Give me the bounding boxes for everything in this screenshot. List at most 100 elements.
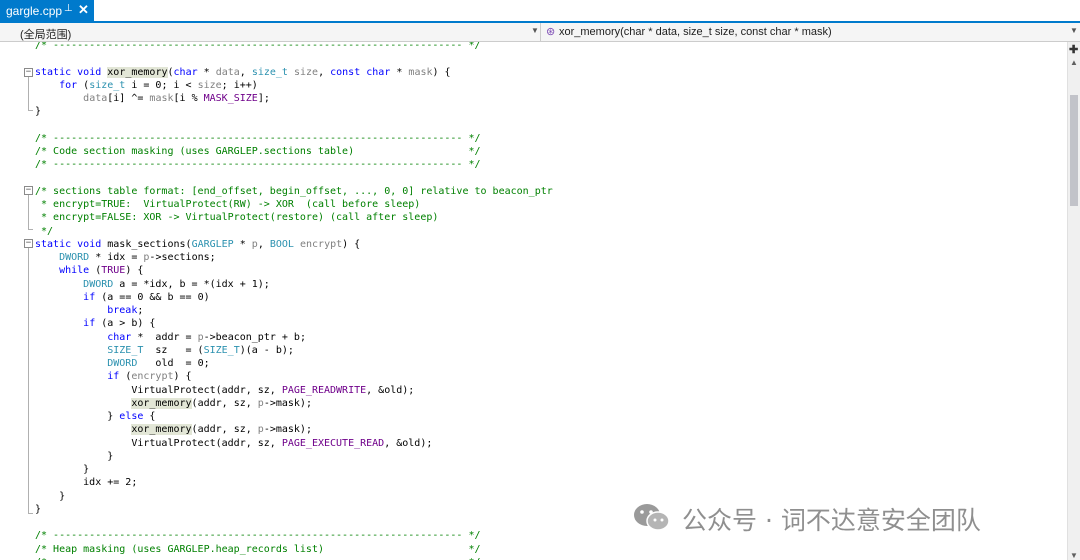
code-token: PAGE_EXECUTE_READ: [281, 437, 385, 449]
chevron-down-icon: ▼: [531, 26, 539, 35]
member-dropdown[interactable]: ⊛ xor_memory(char * data, size_t size, c…: [542, 23, 1080, 41]
code-line: SIZE_T sz = (SIZE_T)(a - b);: [35, 344, 294, 357]
code-token: }: [35, 411, 120, 422]
code-line: * encrypt=FALSE: XOR -> VirtualProtect(r…: [35, 211, 438, 224]
code-line: }: [35, 503, 41, 516]
code-token: /* Heap masking (uses GARGLEP.heap_recor…: [35, 543, 481, 555]
method-icon: ⊛: [546, 26, 556, 38]
close-icon[interactable]: ✕: [78, 2, 89, 18]
code-token: [i] ^=: [107, 93, 150, 104]
code-line: DWORD a = *idx, b = *(idx + 1);: [35, 278, 270, 291]
code-token: * idx =: [89, 252, 144, 263]
split-window-icon[interactable]: ✚: [1069, 43, 1078, 56]
code-token: DWORD: [83, 278, 114, 290]
code-token: data: [83, 93, 108, 104]
code-token: encrypt: [299, 238, 343, 250]
chevron-down-icon: ▼: [1070, 26, 1078, 35]
code-token: ) {: [342, 238, 361, 250]
tab-gargle-cpp[interactable]: gargle.cpp ⊥ ✕: [0, 0, 94, 21]
code-line: DWORD * idx = p->sections;: [35, 251, 216, 264]
navigation-bar: (全局范围) ▼ ⊛ xor_memory(char * data, size_…: [0, 23, 1080, 42]
code-line: for (size_t i = 0; i < size; i++): [35, 79, 258, 92]
code-token: size: [197, 79, 222, 91]
code-token: data: [215, 66, 240, 78]
code-line: /* -------------------------------------…: [35, 158, 481, 171]
code-token: void: [77, 238, 102, 250]
code-token: size: [293, 66, 319, 78]
code-line: }: [35, 463, 89, 476]
code-line: VirtualProtect(addr, sz, PAGE_READWRITE,…: [35, 384, 414, 397]
code-token: /* Code section masking (uses GARGLEP.se…: [35, 146, 481, 157]
code-token: BOOL: [269, 238, 294, 250]
code-line: if (a > b) {: [35, 317, 155, 330]
tab-title: gargle.cpp: [6, 4, 63, 18]
scope-dropdown[interactable]: (全局范围) ▼: [0, 23, 541, 41]
scope-label: (全局范围): [20, 29, 72, 41]
code-editor[interactable]: − − − /* -------------------------------…: [0, 42, 1067, 560]
pin-icon[interactable]: ⊥: [64, 3, 73, 14]
code-line: * encrypt=TRUE: VirtualProtect(RW) -> XO…: [35, 198, 420, 211]
code-line: static void mask_sections(GARGLEP * p, B…: [35, 238, 360, 251]
code-token: DWORD: [59, 252, 90, 263]
code-token: mask: [408, 66, 433, 78]
outline-end: [28, 229, 33, 230]
code-token: VirtualProtect(addr, sz,: [35, 437, 282, 449]
code-token: ->mask);: [263, 424, 312, 436]
code-token: }: [35, 106, 42, 118]
code-token: char: [173, 66, 198, 78]
code-token: * addr =: [131, 331, 198, 343]
code-token: (addr, sz,: [191, 424, 258, 436]
code-token: (: [119, 371, 132, 383]
highlighted-reference: xor_memory: [131, 397, 192, 409]
code-token: * encrypt=FALSE: XOR -> VirtualProtect(r…: [35, 212, 439, 224]
code-token: TRUE: [101, 265, 126, 277]
code-token: static: [35, 238, 72, 250]
code-token: MASK_SIZE: [203, 93, 258, 104]
code-token: {: [143, 411, 156, 422]
collapse-icon[interactable]: −: [24, 68, 33, 77]
outline-line: [28, 77, 29, 110]
code-token: *: [390, 66, 409, 78]
code-token: break: [107, 305, 138, 316]
vertical-scrollbar[interactable]: ✚ ▲ ▼: [1067, 42, 1080, 560]
code-line: static void xor_memory(char * data, size…: [35, 66, 451, 79]
code-token: mask: [149, 93, 174, 104]
code-line: /* -------------------------------------…: [35, 556, 481, 560]
code-line: /* -------------------------------------…: [35, 42, 481, 52]
code-token: GARGLEP: [191, 238, 234, 250]
code-line: idx += 2;: [35, 476, 137, 489]
code-token: if: [107, 371, 120, 383]
highlighted-reference: xor_memory: [131, 424, 192, 436]
scroll-up-icon[interactable]: ▲: [1070, 58, 1078, 67]
code-line: if (a == 0 && b == 0): [35, 291, 210, 304]
code-token: ->beacon_ptr + b;: [203, 331, 306, 343]
code-token: ) {: [125, 265, 144, 277]
code-token: size_t: [89, 79, 126, 91]
collapse-icon[interactable]: −: [24, 239, 33, 248]
code-token: /* -------------------------------------…: [35, 530, 481, 542]
code-line: break;: [35, 304, 143, 317]
scroll-down-icon[interactable]: ▼: [1070, 551, 1078, 560]
code-token: old = 0;: [137, 358, 210, 369]
collapse-icon[interactable]: −: [24, 186, 33, 195]
code-line: /* sections table format: [end_offset, b…: [35, 185, 553, 198]
code-line: /* Heap masking (uses GARGLEP.heap_recor…: [35, 543, 481, 556]
code-token: VirtualProtect(addr, sz,: [35, 384, 282, 396]
outline-end: [28, 513, 33, 514]
code-token: /* -------------------------------------…: [35, 132, 481, 144]
code-token: ;: [137, 305, 144, 316]
code-line: VirtualProtect(addr, sz, PAGE_EXECUTE_RE…: [35, 437, 432, 450]
scroll-thumb[interactable]: [1070, 95, 1078, 206]
code-token: static: [35, 66, 72, 78]
code-token: }: [35, 450, 114, 462]
code-token: encrypt: [131, 371, 174, 383]
code-line: }: [35, 450, 113, 463]
code-token: SIZE_T: [107, 344, 144, 356]
code-token: (a == 0 && b == 0): [95, 291, 210, 303]
